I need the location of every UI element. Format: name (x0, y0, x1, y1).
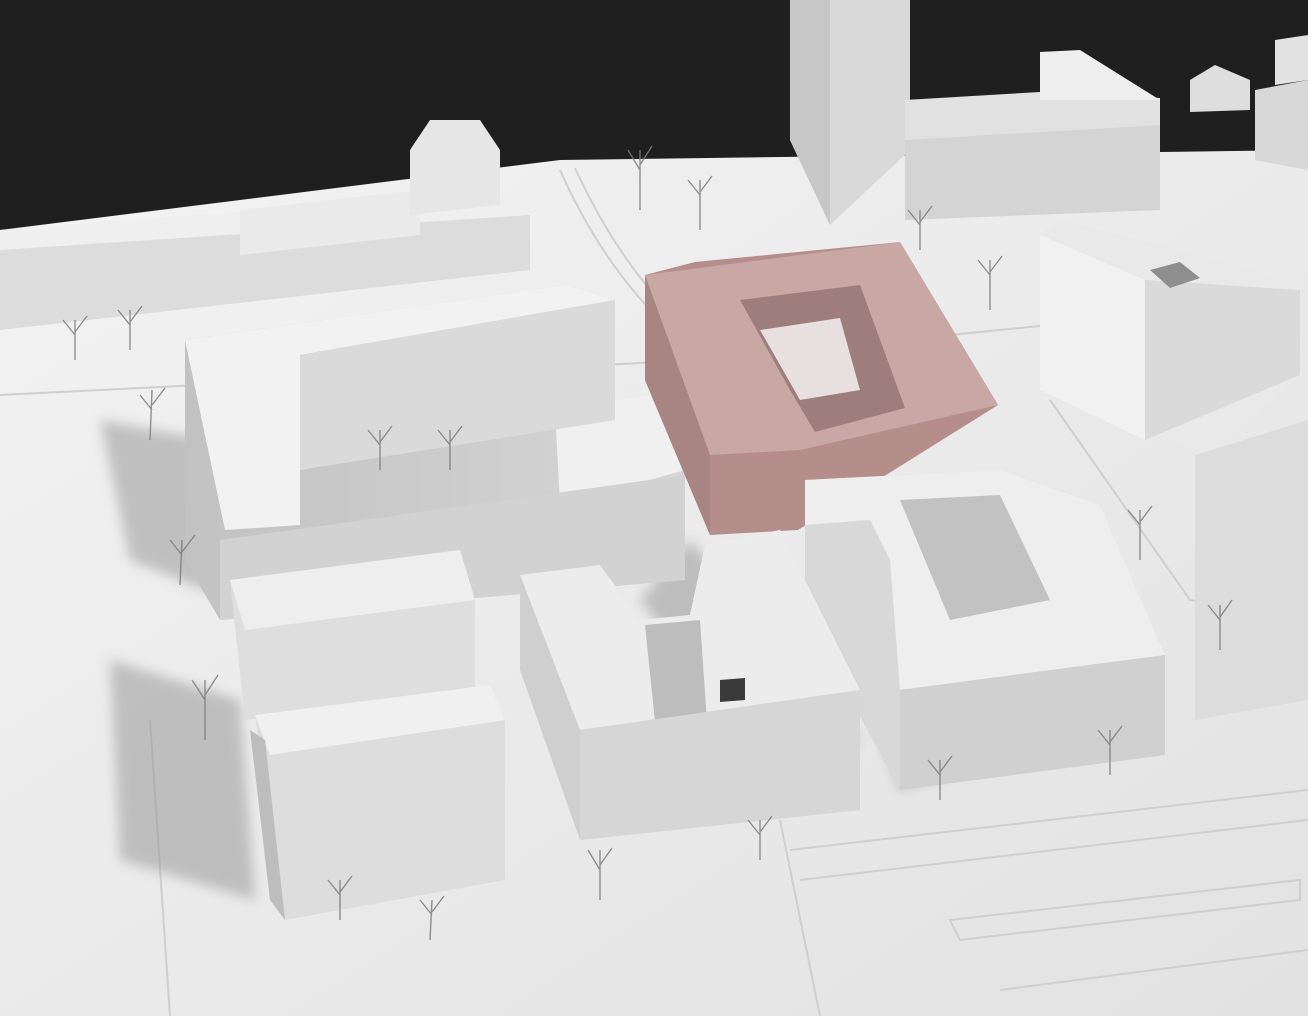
architectural-model-photo (0, 0, 1308, 1016)
building-lower-left (230, 550, 505, 920)
